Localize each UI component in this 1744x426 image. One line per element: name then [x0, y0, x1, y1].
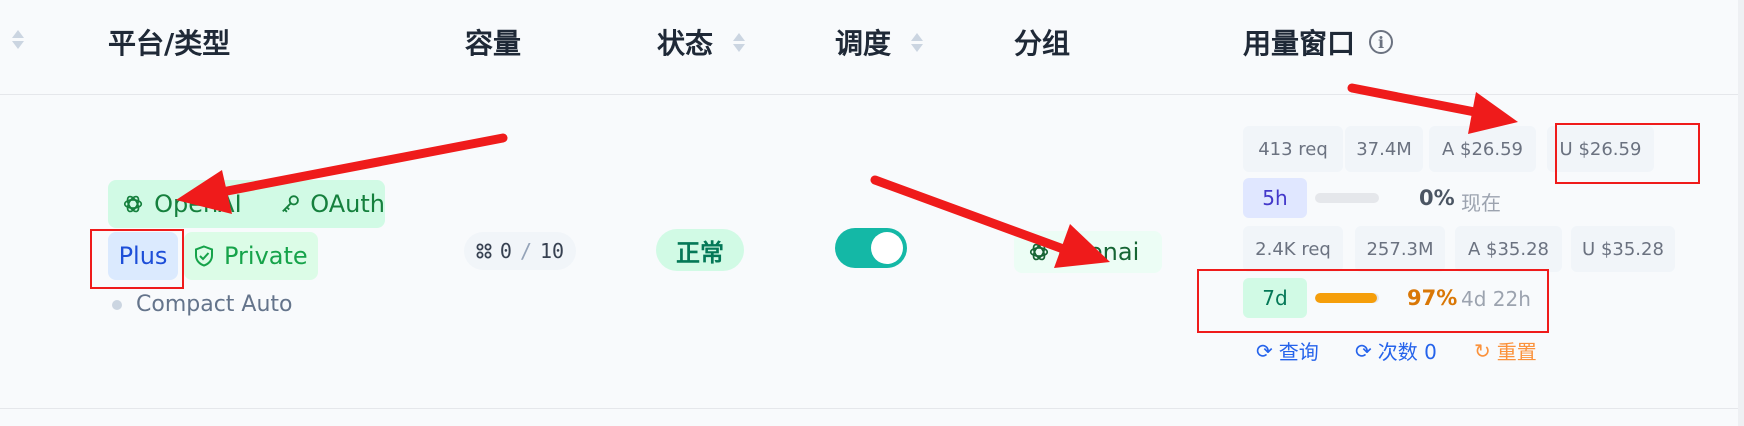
- annotation-box-plan: [90, 229, 184, 289]
- scrollbar[interactable]: [1738, 0, 1744, 426]
- toggle-knob: [871, 232, 903, 264]
- usage-5h-tokens: 37.4M: [1345, 126, 1423, 172]
- annotation-box-7d-usage: [1197, 269, 1549, 333]
- status-badge: 正常: [656, 229, 744, 271]
- sort-arrows-icon[interactable]: [12, 30, 24, 49]
- usage-7d-requests: 2.4K req: [1243, 226, 1343, 272]
- sort-arrows-icon[interactable]: [733, 32, 746, 52]
- column-schedule[interactable]: 调度: [835, 22, 924, 62]
- refresh-icon: ⟳: [1355, 338, 1372, 363]
- info-icon[interactable]: i: [1369, 30, 1394, 54]
- column-status-label: 状态: [657, 27, 714, 60]
- usage-7d-tokens: 257.3M: [1355, 226, 1445, 272]
- column-group-label: 分组: [1014, 27, 1071, 60]
- usage-5h-progress: [1315, 193, 1379, 203]
- column-group: 分组: [1014, 22, 1070, 62]
- column-platform-type: 平台/类型: [108, 22, 230, 62]
- schedule-toggle[interactable]: [835, 228, 907, 268]
- openai-icon: [1029, 243, 1049, 261]
- privacy-tag: Private: [184, 232, 318, 280]
- refresh-icon: ↻: [1474, 338, 1491, 363]
- grid-icon: [476, 243, 492, 259]
- usage-5h-percent: 0%: [1419, 186, 1455, 210]
- row-divider: [0, 408, 1744, 409]
- capacity-total: 10: [540, 239, 565, 263]
- openai-icon: [123, 195, 143, 213]
- usage-5h-requests: 413 req: [1243, 126, 1343, 172]
- auth-tag-label: OAuth: [310, 190, 385, 218]
- key-icon: [282, 195, 299, 213]
- usage-5h-a-cost-label: A $26.59: [1441, 138, 1524, 160]
- period-5h-badge: 5h: [1243, 178, 1307, 218]
- column-usage-window-label: 用量窗口: [1243, 27, 1356, 60]
- status-label: 正常: [676, 238, 724, 267]
- table-header: 平台/类型 容量 状态 调度 分组 用量窗口 i: [0, 0, 1744, 95]
- usage-5h-reset-label: 现在: [1461, 191, 1501, 215]
- usage-7d-u-cost: U $35.28: [1571, 226, 1675, 272]
- group-label: openai: [1058, 238, 1140, 266]
- group-badge: openai: [1014, 231, 1162, 273]
- privacy-tag-label: Private: [224, 242, 308, 270]
- usage-7d-tokens-label: 257.3M: [1366, 238, 1434, 260]
- count-button[interactable]: ⟳ 次数 0: [1355, 336, 1437, 365]
- capacity-used: 0: [499, 239, 512, 263]
- column-usage-window: 用量窗口 i: [1243, 22, 1394, 62]
- usage-5h-percent-label: 0%: [1419, 186, 1455, 210]
- column-capacity-label: 容量: [465, 27, 522, 60]
- usage-5h-tokens-label: 37.4M: [1356, 138, 1412, 160]
- usage-7d-a-cost-label: A $35.28: [1467, 238, 1550, 260]
- usage-7d-requests-label: 2.4K req: [1255, 238, 1331, 260]
- capacity-badge: 0 / 10: [464, 232, 576, 270]
- usage-7d-u-cost-label: U $35.28: [1582, 238, 1664, 260]
- period-5h-label: 5h: [1262, 186, 1288, 210]
- reset-button-label: 重置: [1496, 340, 1537, 364]
- query-button-label: 查询: [1278, 340, 1319, 364]
- query-button[interactable]: ⟳ 查询: [1256, 336, 1319, 365]
- platform-tag: OpenAI OAuth: [108, 180, 385, 228]
- status-dot: [112, 299, 122, 310]
- reset-button[interactable]: ↻ 重置: [1474, 336, 1537, 365]
- compact-mode: Compact Auto: [112, 292, 293, 317]
- usage-5h-requests-label: 413 req: [1258, 138, 1328, 160]
- column-capacity: 容量: [465, 22, 521, 62]
- column-status[interactable]: 状态: [657, 22, 746, 62]
- refresh-icon: ⟳: [1256, 338, 1273, 363]
- platform-tag-label: OpenAI: [154, 190, 242, 218]
- shield-check-icon: [195, 245, 213, 267]
- sort-arrows-icon[interactable]: [911, 32, 924, 52]
- usage-5h-reset: 现在: [1461, 187, 1501, 216]
- usage-5h-a-cost: A $26.59: [1429, 126, 1536, 172]
- capacity-separator: /: [519, 239, 532, 263]
- compact-mode-label: Compact Auto: [136, 292, 293, 317]
- annotation-box-u-cost: [1555, 123, 1700, 184]
- column-schedule-label: 调度: [835, 27, 892, 60]
- column-platform-type-label: 平台/类型: [108, 27, 231, 60]
- count-button-label: 次数 0: [1377, 340, 1437, 364]
- usage-7d-a-cost: A $35.28: [1455, 226, 1562, 272]
